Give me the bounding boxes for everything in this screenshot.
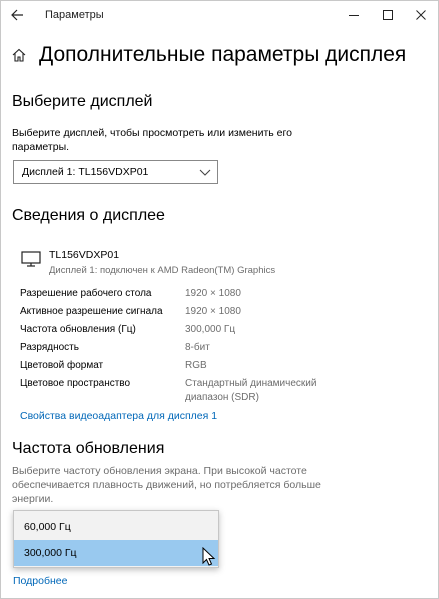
- prop-value: 8-бит: [185, 342, 210, 353]
- minimize-icon: [349, 15, 359, 16]
- display-info-heading: Сведения о дисплее: [12, 207, 165, 224]
- prop-value: RGB: [185, 360, 207, 371]
- prop-value: 300,000 Гц: [185, 324, 236, 335]
- learn-more-link[interactable]: Подробнее: [13, 575, 67, 587]
- display-select[interactable]: Дисплей 1: TL156VDXP01: [13, 160, 218, 184]
- title-bar: Параметры: [1, 1, 438, 31]
- prop-label: Активное разрешение сигнала: [20, 306, 163, 317]
- prop-value-line: диапазон (SDR): [185, 392, 259, 403]
- monitor-connection: Дисплей 1: подключен к AMD Radeon(TM) Gr…: [49, 265, 276, 276]
- description-line: обеспечивается плавность движений, но по…: [12, 479, 321, 491]
- refresh-rate-dropdown[interactable]: 60,000 Гц 300,000 Гц: [13, 510, 219, 568]
- refresh-rate-description: Выберите частоту обновления экрана. При …: [12, 464, 321, 506]
- refresh-rate-heading: Частота обновления: [12, 440, 165, 457]
- home-icon[interactable]: [11, 47, 27, 63]
- dropdown-option-60hz[interactable]: 60,000 Гц: [14, 514, 218, 540]
- mouse-cursor-icon: [202, 547, 216, 566]
- settings-window: Параметры Дополнительные параметры диспл…: [0, 0, 439, 599]
- description-line: параметры.: [12, 141, 70, 153]
- adapter-properties-link[interactable]: Свойства видеоадаптера для дисплея 1: [20, 410, 217, 422]
- maximize-icon: [383, 10, 393, 20]
- monitor-icon: [21, 251, 41, 267]
- close-button[interactable]: [407, 3, 435, 27]
- prop-label: Частота обновления (Гц): [20, 324, 136, 335]
- select-display-heading: Выберите дисплей: [12, 93, 153, 110]
- back-button[interactable]: [7, 5, 29, 25]
- dropdown-option-300hz[interactable]: 300,000 Гц: [14, 540, 218, 566]
- prop-value: 1920 × 1080: [185, 288, 241, 299]
- maximize-button[interactable]: [374, 3, 402, 27]
- select-display-description: Выберите дисплей, чтобы просмотреть или …: [12, 126, 292, 154]
- dropdown-option-label: 300,000 Гц: [24, 547, 77, 559]
- page-title: Дополнительные параметры дисплея: [39, 43, 407, 66]
- window-title: Параметры: [45, 9, 104, 21]
- prop-label: Цветовой формат: [20, 360, 104, 371]
- prop-value: Стандартный динамический диапазон (SDR): [185, 377, 316, 405]
- prop-value-line: Стандартный динамический: [185, 378, 317, 389]
- back-arrow-icon: [11, 9, 23, 21]
- display-select-value: Дисплей 1: TL156VDXP01: [22, 166, 149, 178]
- prop-label: Разрядность: [20, 342, 79, 353]
- description-line: Выберите дисплей, чтобы просмотреть или …: [12, 127, 292, 139]
- description-line: энергии.: [12, 493, 54, 505]
- chevron-down-icon: [199, 169, 211, 176]
- monitor-name: TL156VDXP01: [49, 249, 120, 261]
- prop-label: Цветовое пространство: [20, 378, 131, 389]
- description-line: Выберите частоту обновления экрана. При …: [12, 465, 307, 477]
- minimize-button[interactable]: [340, 3, 368, 27]
- close-icon: [416, 10, 426, 20]
- dropdown-option-label: 60,000 Гц: [24, 521, 71, 533]
- prop-label: Разрешение рабочего стола: [20, 288, 152, 299]
- prop-value: 1920 × 1080: [185, 306, 241, 317]
